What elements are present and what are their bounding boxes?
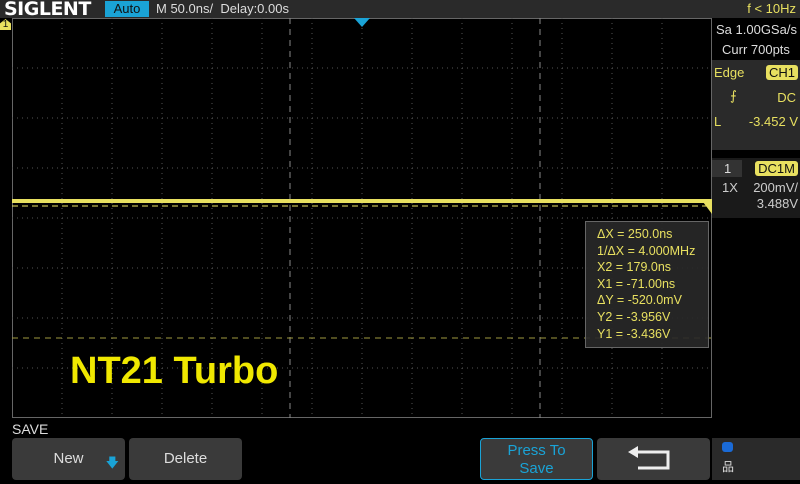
timebase-readout[interactable]: M 50.0ns/ Delay:0.00s	[156, 1, 289, 16]
arrow-down-icon: 🡇	[105, 455, 119, 470]
trigger-source: CH1	[765, 65, 798, 80]
probe-ratio: 1X	[722, 180, 738, 195]
right-info-panel: Sa 1.00GSa/s Curr 700pts Edge CH1 ⨍ DC L…	[712, 18, 800, 418]
press-to-save-button[interactable]: Press To Save	[480, 438, 593, 480]
new-button[interactable]: New 🡇	[12, 438, 125, 480]
cursor-measurements: ΔX = 250.0ns 1/ΔX = 4.000MHz X2 = 179.0n…	[585, 221, 709, 348]
measure-line: Y1 = -3.436V	[597, 326, 671, 341]
trigger-panel[interactable]: Edge CH1 ⨍ DC L -3.452 V	[712, 60, 800, 150]
trigger-level: -3.452 V	[748, 114, 798, 129]
overlay-text: NT21 Turbo	[70, 350, 279, 392]
press-to-save-line2: Save	[519, 460, 554, 477]
trigger-mode-badge[interactable]: Auto	[105, 1, 149, 17]
usb-icon	[722, 442, 733, 452]
trigger-level-label: L	[714, 114, 722, 129]
measure-line: X2 = 179.0ns	[597, 260, 672, 275]
measure-line: X1 = -71.00ns	[597, 276, 676, 291]
measure-line: Y2 = -3.956V	[597, 309, 671, 324]
memory-depth: Curr 700pts	[722, 42, 790, 57]
menu-title: SAVE	[12, 421, 49, 437]
siglent-logo: SIGLENT	[4, 0, 91, 20]
timebase: M 50.0ns/	[156, 1, 214, 16]
network-icon: 品	[722, 460, 735, 474]
press-to-save-line1: Press To	[507, 442, 566, 459]
status-icons: 品	[712, 438, 800, 480]
vertical-offset: 3.488V	[756, 196, 798, 211]
vertical-scale: 200mV/	[753, 180, 798, 195]
frequency-counter: f < 10Hz	[747, 1, 796, 16]
delay: Delay:0.00s	[220, 1, 289, 16]
channel1-panel[interactable]: 1 DC1M 1X 200mV/ 3.488V	[712, 158, 800, 218]
ch1-marker[interactable]: 1	[0, 19, 11, 30]
return-arrow-icon	[627, 446, 669, 470]
delete-button[interactable]: Delete	[129, 438, 242, 480]
new-label: New	[53, 450, 84, 467]
trigger-level-marker	[703, 202, 712, 214]
sample-rate: Sa 1.00GSa/s	[716, 22, 797, 37]
measure-line: ΔX = 250.0ns	[597, 227, 673, 241]
measure-line: 1/ΔX = 4.000MHz	[597, 243, 696, 258]
back-button[interactable]	[597, 438, 710, 480]
trigger-coupling: DC	[777, 90, 796, 105]
rising-edge-icon: ⨍	[730, 88, 737, 103]
trigger-position-marker	[354, 18, 370, 27]
channel-coupling: DC1M	[755, 161, 798, 176]
measure-line: ΔY = -520.0mV	[597, 293, 682, 308]
channel-number: 1	[724, 161, 732, 176]
trigger-type: Edge	[714, 65, 745, 80]
